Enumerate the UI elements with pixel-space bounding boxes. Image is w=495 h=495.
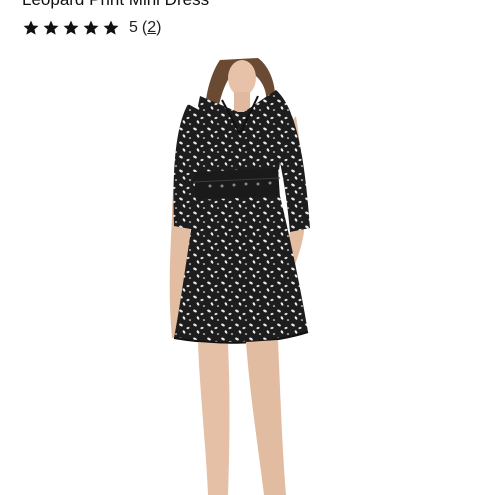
star-icon <box>103 20 119 35</box>
star-icon <box>23 20 39 35</box>
rating-summary[interactable]: 5 (2) <box>22 16 161 40</box>
review-count-link[interactable]: (2) <box>142 19 162 37</box>
review-count[interactable]: 2 <box>147 19 156 36</box>
star-icon <box>43 20 59 35</box>
star-rating <box>22 19 120 37</box>
product-title: Leopard Print Mini Dress <box>22 0 209 9</box>
star-icon <box>83 20 99 35</box>
product-photo[interactable] <box>150 56 350 495</box>
rating-value: 5 <box>129 19 138 36</box>
star-icon <box>63 20 79 35</box>
